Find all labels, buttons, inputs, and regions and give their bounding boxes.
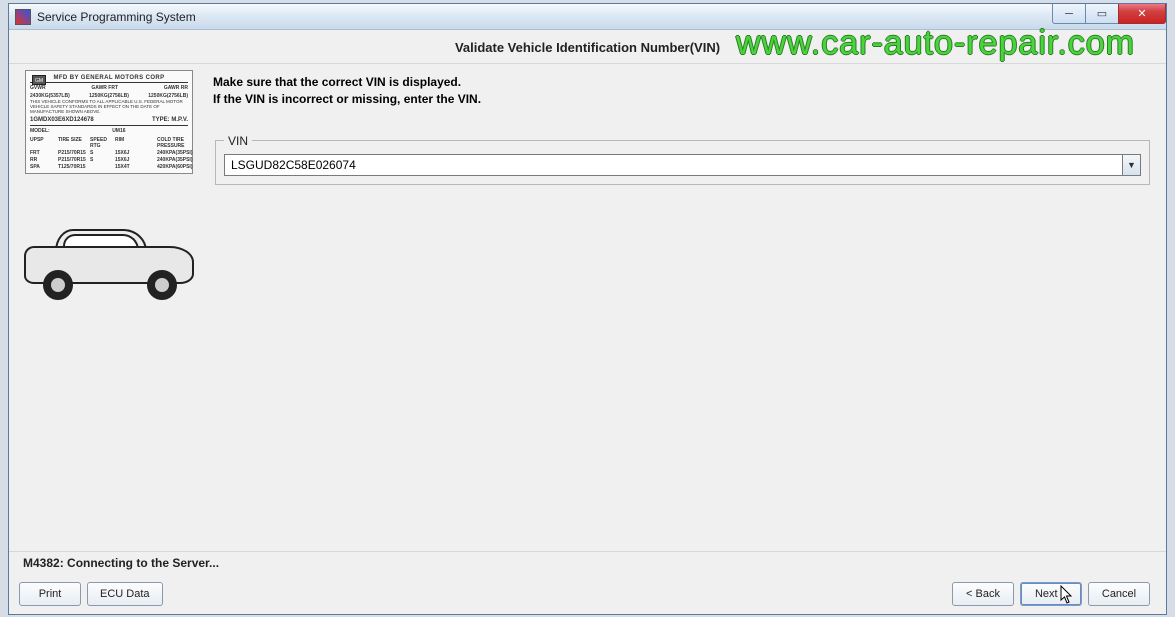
car-illustration xyxy=(19,224,199,304)
window-title: Service Programming System xyxy=(37,10,196,24)
main-window: Service Programming System ─ ▭ ✕ Validat… xyxy=(8,3,1167,615)
maximize-button[interactable]: ▭ xyxy=(1085,4,1119,24)
close-button[interactable]: ✕ xyxy=(1118,4,1166,24)
next-button[interactable]: Next > xyxy=(1020,582,1082,606)
instructions: Make sure that the correct VIN is displa… xyxy=(213,74,1152,108)
content-area: GM MFD BY GENERAL MOTORS CORP GVWRGAWR F… xyxy=(9,63,1166,552)
vin-input[interactable] xyxy=(224,154,1123,176)
main-panel: Make sure that the correct VIN is displa… xyxy=(209,64,1166,551)
vin-label-illustration: GM MFD BY GENERAL MOTORS CORP GVWRGAWR F… xyxy=(25,70,193,174)
cancel-button[interactable]: Cancel xyxy=(1088,582,1150,606)
back-button[interactable]: < Back xyxy=(952,582,1014,606)
titlebar: Service Programming System ─ ▭ ✕ xyxy=(9,4,1166,30)
status-message: M4382: Connecting to the Server... xyxy=(9,552,1166,576)
client-area: Validate Vehicle Identification Number(V… xyxy=(9,30,1166,614)
window-controls: ─ ▭ ✕ xyxy=(1053,4,1166,24)
ecu-data-button[interactable]: ECU Data xyxy=(87,582,163,606)
instruction-line: Make sure that the correct VIN is displa… xyxy=(213,74,1152,91)
vin-legend: VIN xyxy=(224,134,252,148)
vin-combobox: ▼ xyxy=(224,154,1141,176)
footer-bar: Print ECU Data < Back Next > Cancel xyxy=(9,576,1166,614)
chevron-down-icon: ▼ xyxy=(1127,160,1136,170)
side-illustrations: GM MFD BY GENERAL MOTORS CORP GVWRGAWR F… xyxy=(9,64,209,551)
minimize-button[interactable]: ─ xyxy=(1052,4,1086,24)
app-icon xyxy=(15,9,31,25)
page-heading: Validate Vehicle Identification Number(V… xyxy=(9,30,1166,63)
vin-fieldset: VIN ▼ xyxy=(215,134,1150,185)
vin-dropdown-button[interactable]: ▼ xyxy=(1123,154,1141,176)
instruction-line: If the VIN is incorrect or missing, ente… xyxy=(213,91,1152,108)
print-button[interactable]: Print xyxy=(19,582,81,606)
